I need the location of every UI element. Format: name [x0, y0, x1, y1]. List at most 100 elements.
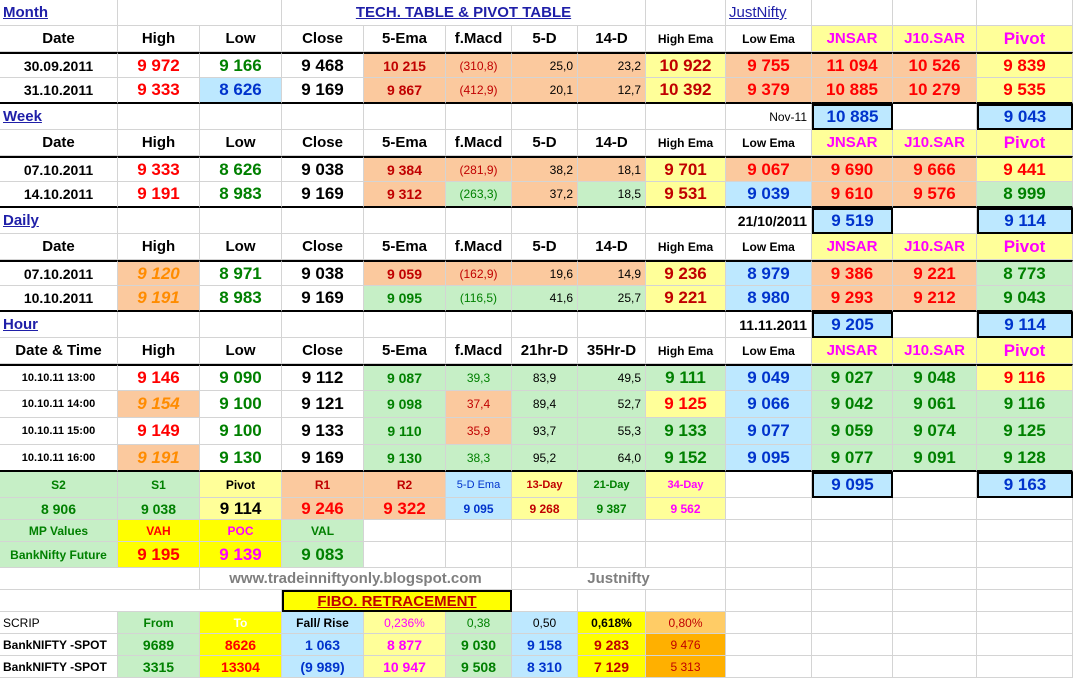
- hour-header-ema5: 5-Ema: [364, 338, 446, 364]
- level-value: 9 114: [200, 498, 282, 520]
- daily-row-cell: 8 983: [200, 286, 282, 312]
- blank: [364, 542, 446, 568]
- hour-header-hr21: 21hr-D: [512, 338, 578, 364]
- month-row-cell: 9 867: [364, 78, 446, 104]
- daily-row-cell: 8 980: [726, 286, 812, 312]
- blank: [578, 590, 646, 612]
- daily-row-cell: 14,9: [578, 260, 646, 286]
- hour-row-cell: 9 130: [364, 445, 446, 472]
- fibo-header: 0,50: [512, 612, 578, 634]
- level-value: 9 268: [512, 498, 578, 520]
- hour-row-cell: 9 027: [812, 364, 893, 391]
- week-row-cell: 9 610: [812, 182, 893, 208]
- brand-link[interactable]: JustNifty: [726, 0, 812, 26]
- week-row-cell: 9 576: [893, 182, 977, 208]
- hour-row-cell: 37,4: [446, 391, 512, 418]
- fibo-row: BankNIFTY -SPOT: [0, 634, 118, 656]
- mp-poc-label: POC: [200, 520, 282, 542]
- month-row-cell: 9 839: [977, 52, 1073, 78]
- website-url[interactable]: www.tradeinniftyonly.blogspot.com: [200, 568, 512, 590]
- fibo-header: 0,38: [446, 612, 512, 634]
- page-title: TECH. TABLE & PIVOT TABLE: [282, 0, 646, 26]
- week-row-cell: 38,2: [512, 156, 578, 182]
- blank: [812, 656, 893, 678]
- hour-row-cell: 83,9: [512, 364, 578, 391]
- fibo-row: 13304: [200, 656, 282, 678]
- hour-header-jnsar: JNSAR: [812, 338, 893, 364]
- hour-header-fmacd: f.Macd: [446, 338, 512, 364]
- blank: [812, 612, 893, 634]
- blank: [893, 312, 977, 338]
- level-value: 9 387: [578, 498, 646, 520]
- daily-row-cell: (162,9): [446, 260, 512, 286]
- daily-header-date: Date: [0, 234, 118, 260]
- blank: [646, 312, 726, 338]
- daily-row-cell: 9 095: [364, 286, 446, 312]
- week-header-high_ema: High Ema: [646, 130, 726, 156]
- hour-row-cell: 9 074: [893, 418, 977, 445]
- daily-header-d5: 5-D: [512, 234, 578, 260]
- week-row-cell: 9 039: [726, 182, 812, 208]
- week-row-cell: 07.10.2011: [0, 156, 118, 182]
- hour-header-high_ema: High Ema: [646, 338, 726, 364]
- fibo-row: 8626: [200, 634, 282, 656]
- blank: [812, 542, 893, 568]
- month-row-cell: 9 333: [118, 78, 200, 104]
- month-row-cell: 9 468: [282, 52, 364, 78]
- hour-row-cell: 9 111: [646, 364, 726, 391]
- blank: [512, 208, 578, 234]
- section-hour: Hour: [0, 312, 118, 338]
- daily-row-cell: 25,7: [578, 286, 646, 312]
- hour-row-cell: 9 087: [364, 364, 446, 391]
- blank: [893, 472, 977, 498]
- month-row-cell: 25,0: [512, 52, 578, 78]
- blank: [282, 312, 364, 338]
- blank: [646, 208, 726, 234]
- week-next-pivot: 9 114: [977, 208, 1073, 234]
- level-value: 9 322: [364, 498, 446, 520]
- blank: [578, 520, 646, 542]
- mp-val-value: 9 083: [282, 542, 364, 568]
- week-row-cell: 9 690: [812, 156, 893, 182]
- week-row-cell: 9 384: [364, 156, 446, 182]
- week-header-fmacd: f.Macd: [446, 130, 512, 156]
- blank: [726, 656, 812, 678]
- hour-row-cell: 9 169: [282, 445, 364, 472]
- month-row-cell: 10 885: [812, 78, 893, 104]
- daily-row-cell: 8 979: [726, 260, 812, 286]
- hour-header-j10sar: J10.SAR: [893, 338, 977, 364]
- fibo-row: 10 947: [364, 656, 446, 678]
- blank: [282, 208, 364, 234]
- daily-row-cell: 9 059: [364, 260, 446, 286]
- blank: [893, 208, 977, 234]
- mp-vah-value: 9 195: [118, 542, 200, 568]
- blank: [812, 568, 893, 590]
- blank: [512, 104, 578, 130]
- fibo-header: 0,236%: [364, 612, 446, 634]
- daily-header-high_ema: High Ema: [646, 234, 726, 260]
- hour-row-cell: 9 048: [893, 364, 977, 391]
- blank: [364, 312, 446, 338]
- hour-row-cell: 9 191: [118, 445, 200, 472]
- blank: [726, 542, 812, 568]
- blank: [893, 590, 977, 612]
- blank: [977, 568, 1073, 590]
- blank: [364, 520, 446, 542]
- week-next-jnsar: 9 519: [812, 208, 893, 234]
- blank: [812, 590, 893, 612]
- month-row-cell: 11 094: [812, 52, 893, 78]
- hour-row-cell: 9 066: [726, 391, 812, 418]
- week-header-d14: 14-D: [578, 130, 646, 156]
- week-row-cell: 14.10.2011: [0, 182, 118, 208]
- fibo-row: 9 030: [446, 634, 512, 656]
- hour-next-pivot: 9 163: [977, 472, 1073, 498]
- hour-row-cell: 9 128: [977, 445, 1073, 472]
- hour-header-low_ema: Low Ema: [726, 338, 812, 364]
- fibo-row: 3315: [118, 656, 200, 678]
- hour-row-cell: 9 091: [893, 445, 977, 472]
- hour-row-cell: 9 133: [282, 418, 364, 445]
- hour-row-cell: 10.10.11 14:00: [0, 391, 118, 418]
- hour-row-cell: 9 059: [812, 418, 893, 445]
- daily-row-cell: 07.10.2011: [0, 260, 118, 286]
- month-header-d14: 14-D: [578, 26, 646, 52]
